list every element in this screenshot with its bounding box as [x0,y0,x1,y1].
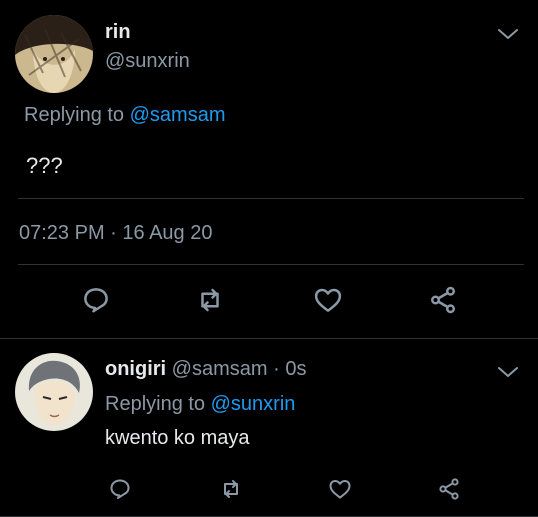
main-replying-line: Replying to @samsam [24,104,226,127]
main-replying-prefix: Replying to [24,104,125,126]
main-timestamp[interactable]: 07:23 PM · 16 Aug 20 [19,222,212,245]
main-display-name[interactable]: rin [105,21,131,44]
main-reply-icon[interactable] [78,282,114,318]
avatar-onigiri-image [15,353,93,431]
main-chevron-down-icon[interactable] [494,22,522,46]
main-retweet-icon[interactable] [192,282,228,318]
main-tweet-text: ??? [26,153,63,178]
avatar-rin[interactable] [15,15,93,93]
reply-replying-to-link[interactable]: @sunxrin [211,393,296,415]
reply-display-name[interactable]: onigiri [105,358,166,380]
reply-replying-prefix: Replying to [105,393,206,415]
main-replying-to-link[interactable]: @samsam [130,104,226,126]
divider [18,198,524,199]
divider [18,264,524,265]
main-share-icon[interactable] [425,282,461,318]
reply-reply-icon[interactable] [105,474,135,504]
reply-tweet-text: kwento ko maya [105,427,250,449]
main-like-icon[interactable] [310,282,346,318]
reply-retweet-icon[interactable] [216,474,246,504]
reply-header: onigiri @samsam · 0s [105,358,306,381]
avatar-rin-image [15,15,93,93]
reply-chevron-down-icon[interactable] [494,360,522,384]
divider [0,338,538,339]
reply-replying-line: Replying to @sunxrin [105,393,295,416]
reply-handle-time[interactable]: @samsam · 0s [172,358,307,380]
reply-share-icon[interactable] [434,474,464,504]
reply-like-icon[interactable] [325,474,355,504]
avatar-onigiri[interactable] [15,353,93,431]
main-handle[interactable]: @sunxrin [105,50,190,73]
